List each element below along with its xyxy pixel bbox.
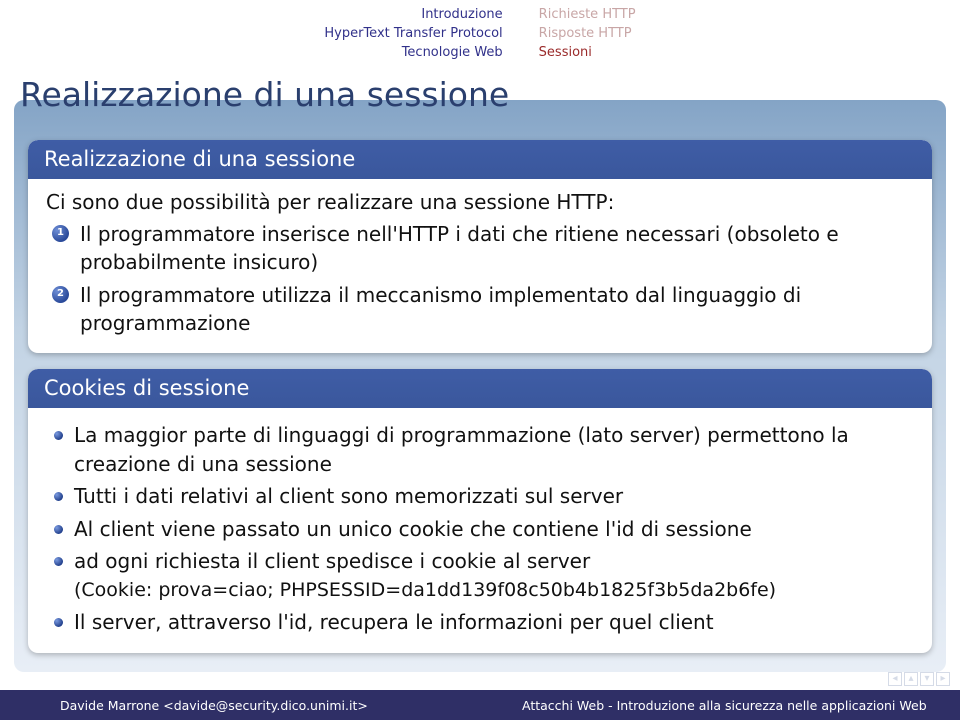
item-subtext: (Cookie: prova=ciao; PHPSESSID=da1dd139f… <box>74 577 914 604</box>
list-item: La maggior parte di linguaggi di program… <box>52 421 914 478</box>
slide-content: Realizzazione di una sessione Ci sono du… <box>0 140 960 653</box>
slide-header: Introduzione HyperText Transfer Protocol… <box>0 0 960 67</box>
nav-down-icon[interactable]: ▾ <box>920 672 934 686</box>
slide-title: Realizzazione di una sessione <box>0 67 960 140</box>
header-left-nav: Introduzione HyperText Transfer Protocol… <box>324 6 520 63</box>
nav-up-icon[interactable]: ▴ <box>904 672 918 686</box>
list-item: ad ogni richiesta il client spedisce i c… <box>52 547 914 604</box>
bullet-list: La maggior parte di linguaggi di program… <box>46 421 914 636</box>
nav-prev-icon[interactable]: ◂ <box>888 672 902 686</box>
nav-item[interactable]: Risposte HTTP <box>539 25 636 44</box>
list-item: Il programmatore utilizza il meccanismo … <box>52 281 914 338</box>
footer-title: Attacchi Web - Introduzione alla sicurez… <box>498 698 960 713</box>
nav-item[interactable]: Tecnologie Web <box>324 44 502 63</box>
nav-item-active[interactable]: Sessioni <box>539 44 636 63</box>
list-item: Tutti i dati relativi al client sono mem… <box>52 482 914 510</box>
slide-footer: Davide Marrone <davide@security.dico.uni… <box>0 690 960 720</box>
list-item: Al client viene passato un unico cookie … <box>52 515 914 543</box>
nav-item[interactable]: Introduzione <box>324 6 502 25</box>
footer-author: Davide Marrone <davide@security.dico.uni… <box>0 698 498 713</box>
block-cookies: Cookies di sessione La maggior parte di … <box>28 369 932 652</box>
slide-nav-controls: ◂ ▴ ▾ ▸ <box>888 672 950 686</box>
list-item: Il programmatore inserisce nell'HTTP i d… <box>52 220 914 277</box>
nav-next-icon[interactable]: ▸ <box>936 672 950 686</box>
list-item: Il server, attraverso l'id, recupera le … <box>52 608 914 636</box>
intro-text: Ci sono due possibilità per realizzare u… <box>46 188 914 216</box>
item-text: ad ogni richiesta il client spedisce i c… <box>74 549 590 573</box>
enum-list: Il programmatore inserisce nell'HTTP i d… <box>46 220 914 338</box>
nav-item[interactable]: HyperText Transfer Protocol <box>324 25 502 44</box>
block-title: Realizzazione di una sessione <box>28 140 932 179</box>
block-body: La maggior parte di linguaggi di program… <box>28 408 932 652</box>
block-title: Cookies di sessione <box>28 369 932 408</box>
nav-item[interactable]: Richieste HTTP <box>539 6 636 25</box>
header-right-nav: Richieste HTTP Risposte HTTP Sessioni <box>521 6 636 63</box>
block-body: Ci sono due possibilità per realizzare u… <box>28 179 932 354</box>
block-realizzazione: Realizzazione di una sessione Ci sono du… <box>28 140 932 354</box>
